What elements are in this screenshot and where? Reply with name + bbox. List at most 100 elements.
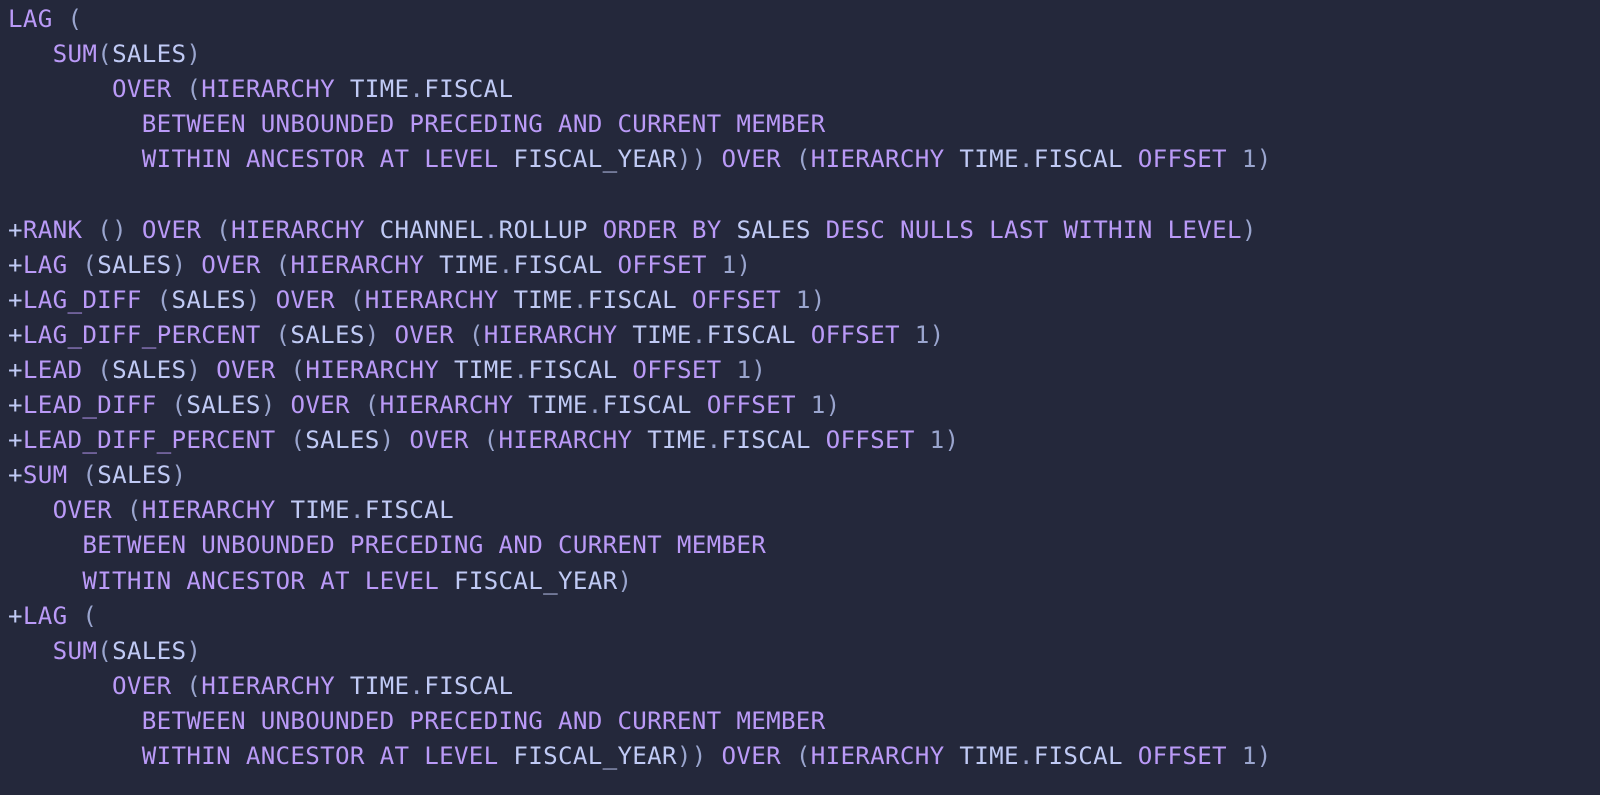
kw-member: MEMBER (736, 110, 825, 138)
dot: . (350, 496, 365, 524)
kw-lag: LAG (23, 251, 68, 279)
dot: . (513, 356, 528, 384)
kw-lag-diff: LAG_DIFF (23, 286, 142, 314)
kw-ancestor: ANCESTOR (186, 567, 305, 595)
kw-and: AND (558, 110, 603, 138)
num-1: 1 (736, 356, 751, 384)
kw-hierarchy: HIERARCHY (201, 672, 335, 700)
dot: . (484, 216, 499, 244)
num-1: 1 (722, 251, 737, 279)
lparen: ( (157, 286, 172, 314)
lparen: ( (365, 391, 380, 419)
kw-current: CURRENT (617, 110, 721, 138)
diff-plus: + (8, 426, 23, 454)
kw-offset: OFFSET (692, 286, 781, 314)
rparen: ) (365, 321, 380, 349)
id-time: TIME (454, 356, 513, 384)
kw-nulls: NULLS (900, 216, 974, 244)
rparen: ) (186, 356, 201, 384)
kw-sum: SUM (53, 40, 98, 68)
kw-offset: OFFSET (811, 321, 900, 349)
kw-lead-diff-percent: LEAD_DIFF_PERCENT (23, 426, 276, 454)
kw-hierarchy: HIERARCHY (201, 75, 335, 103)
kw-sum: SUM (23, 461, 68, 489)
kw-over: OVER (394, 321, 453, 349)
lparen: ( (216, 216, 231, 244)
kw-level: LEVEL (1168, 216, 1242, 244)
kw-over: OVER (216, 356, 275, 384)
kw-orderby: ORDER BY (603, 216, 722, 244)
dot: . (692, 321, 707, 349)
col-sales: SALES (112, 356, 186, 384)
num-1: 1 (811, 391, 826, 419)
kw-offset: OFFSET (1138, 145, 1227, 173)
dot: . (1019, 145, 1034, 173)
dot: . (499, 251, 514, 279)
diff-plus: + (8, 216, 23, 244)
diff-plus: + (8, 461, 23, 489)
num-1: 1 (1242, 742, 1257, 770)
id-fiscal: FISCAL (588, 286, 677, 314)
kw-unbounded: UNBOUNDED (261, 110, 395, 138)
dot: . (573, 286, 588, 314)
lparen: ( (350, 286, 365, 314)
col-sales: SALES (112, 637, 186, 665)
rparen: ) (112, 216, 127, 244)
diff-plus: + (8, 391, 23, 419)
kw-rank: RANK (23, 216, 82, 244)
diff-plus: + (8, 286, 23, 314)
id-time: TIME (513, 286, 572, 314)
id-fiscal: FISCAL (528, 356, 617, 384)
kw-between: BETWEEN (142, 707, 246, 735)
rparen: ) (811, 286, 826, 314)
rparen: ) (172, 461, 187, 489)
diff-plus: + (8, 356, 23, 384)
lparen: ( (97, 356, 112, 384)
lparen: ( (172, 391, 187, 419)
lparen: ( (290, 356, 305, 384)
rparen: ) (1257, 742, 1272, 770)
id-fiscal: FISCAL (722, 426, 811, 454)
kw-over: OVER (53, 496, 112, 524)
kw-lead: LEAD (23, 356, 82, 384)
lparen: ( (276, 251, 291, 279)
kw-over: OVER (201, 251, 260, 279)
rparen: ) (261, 391, 276, 419)
rparen: ) (380, 426, 395, 454)
dot: . (588, 391, 603, 419)
kw-within: WITHIN (142, 742, 231, 770)
id-time: TIME (350, 672, 409, 700)
rparen: ) (617, 567, 632, 595)
lparen: ( (82, 461, 97, 489)
kw-hierarchy: HIERARCHY (811, 742, 945, 770)
lparen: ( (469, 321, 484, 349)
kw-over: OVER (276, 286, 335, 314)
kw-current: CURRENT (558, 531, 662, 559)
kw-over: OVER (290, 391, 349, 419)
kw-preceding: PRECEDING (409, 707, 543, 735)
kw-member: MEMBER (736, 707, 825, 735)
lparen: ( (97, 216, 112, 244)
rparen: ) (677, 742, 692, 770)
lparen: ( (796, 742, 811, 770)
kw-within: WITHIN (1063, 216, 1152, 244)
rparen: ) (930, 321, 945, 349)
kw-offset: OFFSET (632, 356, 721, 384)
rparen: ) (1242, 216, 1257, 244)
col-sales: SALES (290, 321, 364, 349)
col-sales: SALES (112, 40, 186, 68)
dot: . (1019, 742, 1034, 770)
kw-within: WITHIN (82, 567, 171, 595)
lparen: ( (82, 251, 97, 279)
dot: . (409, 75, 424, 103)
kw-offset: OFFSET (826, 426, 915, 454)
num-1: 1 (930, 426, 945, 454)
id-time: TIME (632, 321, 691, 349)
col-sales: SALES (305, 426, 379, 454)
kw-at: AT (380, 145, 410, 173)
rparen: ) (751, 356, 766, 384)
code-editor: LAG ( SUM(SALES) OVER (HIERARCHY TIME.FI… (0, 0, 1600, 782)
kw-member: MEMBER (677, 531, 766, 559)
kw-between: BETWEEN (82, 531, 186, 559)
col-sales: SALES (736, 216, 810, 244)
